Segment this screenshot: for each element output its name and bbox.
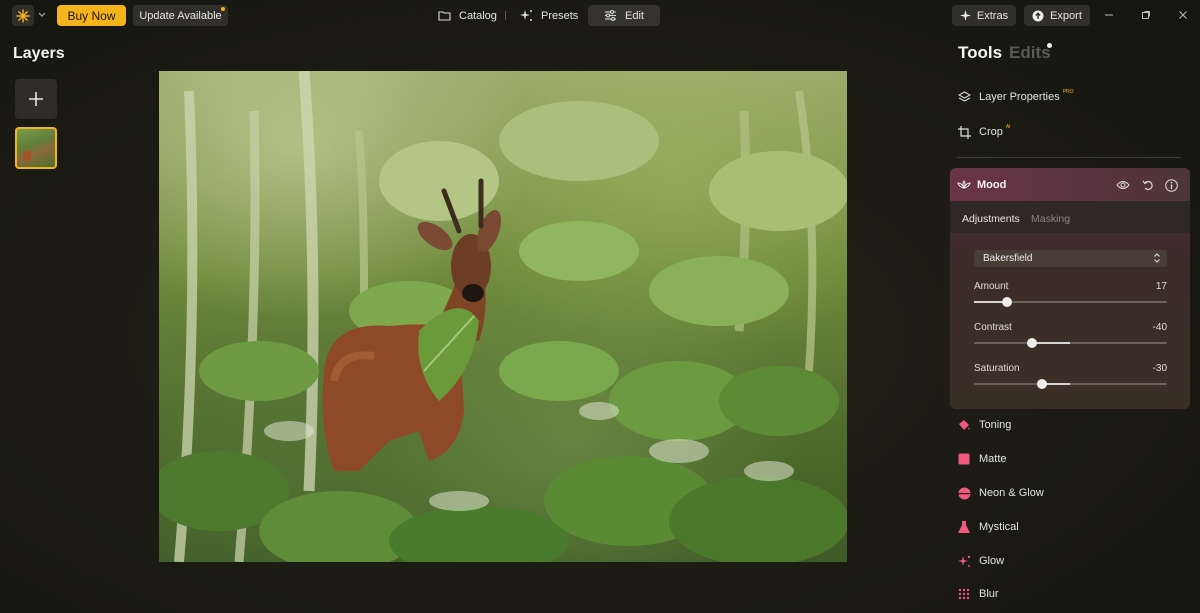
app-menu-chevron-icon[interactable] [37,8,47,22]
tab-masking[interactable]: Masking [1031,213,1070,225]
amount-slider-handle[interactable] [1001,297,1012,307]
mood-title: Mood [977,179,1007,191]
flask-icon [957,520,971,534]
tool-toning-label: Toning [979,419,1012,431]
saturation-slider[interactable] [974,379,1167,389]
tab-catalog-label: Catalog [459,9,497,22]
tool-matte-label: Matte [979,453,1007,465]
tool-glow[interactable]: Glow [957,552,1004,570]
bucket-icon [957,418,971,432]
tool-matte[interactable]: Matte [957,450,1007,468]
edits-indicator-dot [1047,43,1052,48]
amount-label: Amount [974,281,1009,292]
mood-tool-card: Mood Adjustments Masking Bakersfield Amo… [950,168,1190,409]
minimize-window-icon[interactable] [1103,8,1115,22]
mood-preset-select[interactable]: Bakersfield [974,250,1167,267]
add-layer-button[interactable] [15,79,57,119]
saturation-value: -30 [1152,363,1167,374]
sparkle-icon [520,10,532,21]
tab-edit[interactable]: Edit [588,5,660,26]
dots-grid-icon [957,587,971,601]
contrast-value: -40 [1152,322,1167,333]
photo-canvas[interactable] [159,71,847,562]
amount-slider[interactable] [974,297,1167,307]
contrast-label: Contrast [974,322,1012,333]
saturation-label: Saturation [974,363,1020,374]
tool-neon-glow[interactable]: Neon & Glow [957,484,1044,502]
mood-header[interactable]: Mood [950,168,1190,201]
extras-button[interactable]: Extras [952,5,1016,26]
folder-icon [438,11,451,21]
mood-tabs: Adjustments Masking [950,201,1190,233]
visibility-eye-icon[interactable] [1116,178,1130,192]
tab-adjustments[interactable]: Adjustments [962,213,1020,225]
tool-mystical[interactable]: Mystical [957,518,1019,536]
app-logo-button[interactable] [12,5,34,26]
reset-undo-icon[interactable] [1141,178,1155,192]
mood-preset-value: Bakersfield [983,253,1033,264]
crop-icon [957,125,971,139]
update-available-button[interactable]: Update Available [133,5,228,26]
contrast-slider-fill [1031,342,1071,344]
update-label: Update Available [139,9,222,22]
buy-now-button[interactable]: Buy Now [57,5,126,26]
tab-presets[interactable]: Presets [510,5,588,26]
tab-catalog[interactable]: Catalog [428,5,507,26]
photo-image [159,71,847,562]
export-button[interactable]: Export [1024,5,1090,26]
sparkle-icon [957,554,971,568]
tool-toning[interactable]: Toning [957,416,1011,434]
tool-layer-properties-label: Layer Properties [979,91,1060,103]
tool-crop[interactable]: Crop AI [957,123,1011,141]
saturation-slider-handle[interactable] [1036,379,1047,389]
info-icon[interactable] [1164,178,1178,192]
tool-mystical-label: Mystical [979,521,1019,533]
select-updown-icon [1154,253,1160,263]
maximize-window-icon[interactable] [1140,8,1152,22]
layers-panel-title: Layers [13,45,65,62]
sliders-icon [605,10,617,21]
edits-tab[interactable]: Edits [1009,43,1051,63]
tab-presets-label: Presets [541,9,579,22]
square-icon [957,452,971,466]
nav-separator [505,11,506,20]
tool-crop-label: Crop [979,126,1003,138]
layer-thumbnail-subject [23,151,31,161]
pro-badge: PRO [1062,89,1074,95]
sun-logo-icon [16,8,30,23]
tool-neon-glow-label: Neon & Glow [979,487,1044,499]
top-bar: Buy Now Update Available Catalog Presets… [0,0,1200,30]
extras-label: Extras [976,9,1009,22]
tools-tab[interactable]: Tools [958,43,1002,63]
layers-icon [957,90,971,104]
export-label: Export [1050,9,1082,22]
plus-icon [29,92,43,106]
panel-divider [957,157,1181,158]
ai-badge: AI [1005,124,1011,130]
export-arrow-icon [1032,10,1044,21]
contrast-slider[interactable] [974,338,1167,348]
tool-layer-properties[interactable]: Layer Properties PRO [957,88,1074,106]
layer-thumbnail[interactable] [15,127,57,169]
close-window-icon[interactable] [1177,8,1189,22]
update-indicator-dot [221,7,225,11]
mood-lotus-icon [957,180,971,190]
half-circle-icon [957,486,971,500]
tool-blur-label: Blur [979,588,999,600]
tool-blur[interactable]: Blur [957,585,999,603]
tab-edit-label: Edit [625,9,644,22]
sparkle-icon [959,10,971,21]
tool-glow-label: Glow [979,555,1005,567]
amount-value: 17 [1155,281,1167,292]
contrast-slider-handle[interactable] [1026,338,1037,348]
